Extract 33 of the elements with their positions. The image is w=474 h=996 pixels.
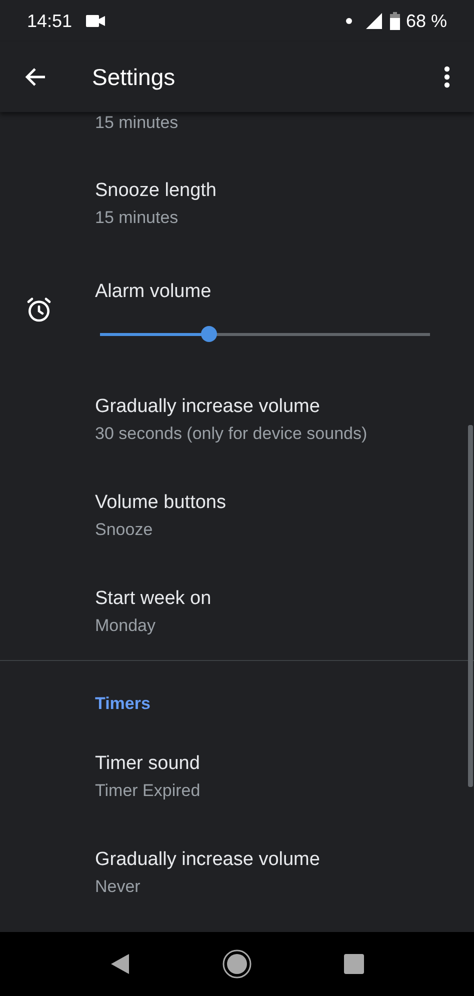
- setting-value: 15 minutes: [95, 207, 178, 229]
- home-circle-icon[interactable]: [222, 949, 252, 979]
- battery-icon: [390, 12, 400, 30]
- section-header: Timers: [95, 694, 150, 714]
- setting-value: 30 seconds (only for device sounds): [95, 423, 368, 445]
- setting-value: Never: [95, 876, 140, 898]
- setting-item[interactable]: Gradually increase volume 30 seconds (only for device sounds): [0, 372, 474, 468]
- back-triangle-icon[interactable]: [110, 953, 130, 975]
- notification-dot-icon: [346, 18, 352, 24]
- setting-title: Gradually increase volume: [95, 395, 320, 419]
- setting-item[interactable]: Snooze length 15 minutes: [0, 156, 474, 252]
- video-camera-icon: [86, 15, 106, 27]
- alarm-clock-icon: [25, 296, 53, 324]
- setting-value: Timer Expired: [95, 780, 200, 802]
- more-options-icon[interactable]: [444, 65, 450, 89]
- setting-item[interactable]: Start week on Monday: [0, 564, 474, 660]
- setting-title: Volume buttons: [95, 491, 226, 515]
- setting-item[interactable]: Timer sound Timer Expired: [0, 729, 474, 825]
- setting-title: Alarm volume: [95, 280, 212, 304]
- setting-item[interactable]: Gradually increase volume Never: [0, 825, 474, 921]
- signal-icon: [366, 13, 382, 29]
- setting-title: Gradually increase volume: [95, 848, 320, 872]
- setting-title: Timer sound: [95, 752, 200, 776]
- page-title: Settings: [92, 64, 176, 90]
- setting-item[interactable]: Volume buttons Snooze: [0, 468, 474, 564]
- setting-title: Snooze length: [95, 179, 216, 203]
- setting-value: Snooze: [95, 519, 153, 541]
- slider-thumb[interactable]: [200, 326, 217, 342]
- battery-percentage: 68 %: [406, 10, 447, 32]
- setting-value: Monday: [95, 615, 156, 637]
- setting-title: Start week on: [95, 587, 212, 611]
- status-time: 14:51: [27, 10, 72, 32]
- setting-value: 15 minutes: [95, 112, 178, 134]
